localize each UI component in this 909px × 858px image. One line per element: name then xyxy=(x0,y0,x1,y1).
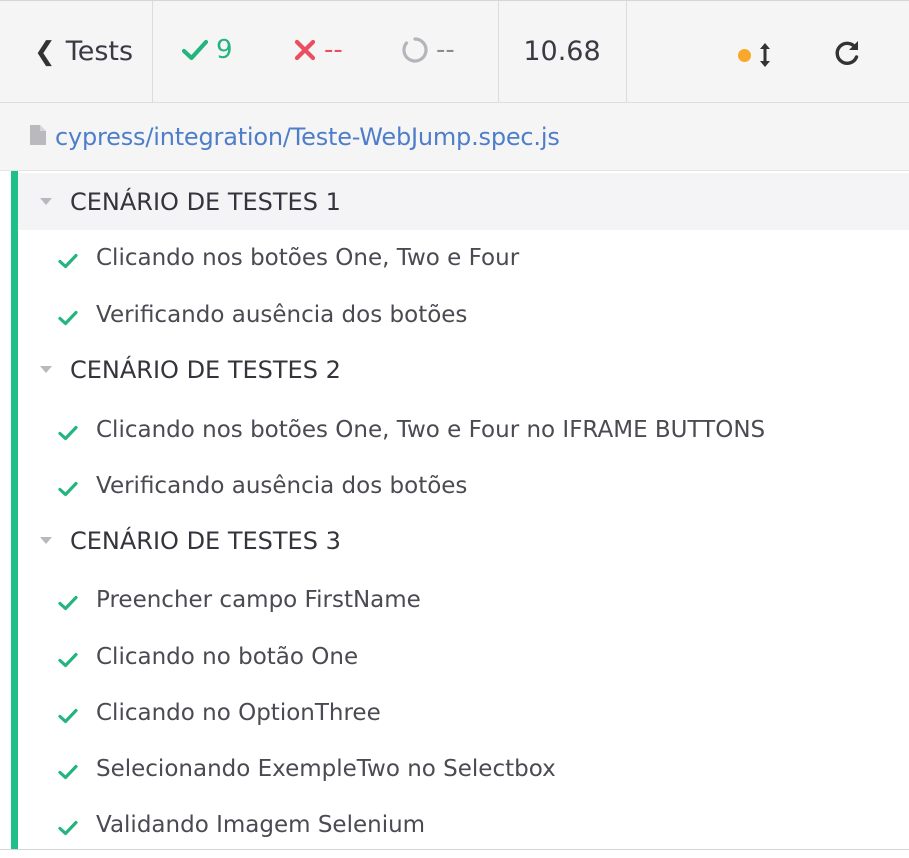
suite-header[interactable]: CENÁRIO DE TESTES 3 xyxy=(18,512,909,569)
check-icon xyxy=(58,306,78,332)
caret-down-icon xyxy=(40,198,52,205)
test-item[interactable]: Clicando nos botões One, Two e Four no I… xyxy=(18,401,909,458)
suite-header[interactable]: CENÁRIO DE TESTES 2 xyxy=(18,341,909,398)
pending-stat[interactable]: -- xyxy=(402,35,455,65)
test-list: CENÁRIO DE TESTES 1 Clicando nos botões … xyxy=(0,171,909,858)
check-icon xyxy=(58,477,78,503)
test-item[interactable]: Clicando nos botões One, Two e Four xyxy=(18,229,909,286)
check-icon xyxy=(58,591,78,617)
test-title: Verificando ausência dos botões xyxy=(96,472,468,499)
divider xyxy=(0,849,909,850)
cypress-runner: ❮ Tests 9 -- -- 10.68 cypress/integratio… xyxy=(0,0,909,858)
circle-notch-icon xyxy=(402,37,428,63)
test-title: Selecionando ExempleTwo no Selectbox xyxy=(96,755,556,782)
controls xyxy=(626,1,909,102)
test-item[interactable]: Validando Imagem Selenium xyxy=(18,796,909,853)
test-item[interactable]: Clicando no botão One xyxy=(18,628,909,685)
test-item[interactable]: Selecionando ExempleTwo no Selectbox xyxy=(18,740,909,797)
spec-file-bar: cypress/integration/Teste-WebJump.spec.j… xyxy=(0,103,909,171)
spec-path-link[interactable]: cypress/integration/Teste-WebJump.spec.j… xyxy=(55,123,560,151)
test-title: Clicando nos botões One, Two e Four xyxy=(96,244,520,271)
stats: 9 -- -- xyxy=(152,1,498,102)
check-icon xyxy=(58,249,78,275)
tests-back-button[interactable]: ❮ Tests xyxy=(0,1,152,102)
test-title: Clicando no botão One xyxy=(96,643,359,670)
file-icon xyxy=(29,124,47,150)
reporter-header: ❮ Tests 9 -- -- 10.68 xyxy=(0,0,909,103)
dot-icon xyxy=(738,49,751,62)
duration: 10.68 xyxy=(498,1,626,102)
test-item[interactable]: Clicando no OptionThree xyxy=(18,684,909,741)
suite-title: CENÁRIO DE TESTES 2 xyxy=(70,355,341,384)
test-title: Verificando ausência dos botões xyxy=(96,301,468,328)
duration-value: 10.68 xyxy=(523,36,601,67)
status-accent-bar xyxy=(11,171,18,849)
test-item[interactable]: Verificando ausência dos botões xyxy=(18,457,909,514)
passed-count: 9 xyxy=(216,35,233,65)
chevron-left-icon: ❮ xyxy=(34,36,56,67)
arrows-vertical-icon[interactable] xyxy=(758,41,772,73)
caret-down-icon xyxy=(40,537,52,544)
test-title: Validando Imagem Selenium xyxy=(96,811,426,838)
redo-icon[interactable] xyxy=(832,38,862,72)
check-icon xyxy=(58,816,78,842)
suite-title: CENÁRIO DE TESTES 3 xyxy=(70,526,341,555)
test-title: Preencher campo FirstName xyxy=(96,586,421,613)
check-icon xyxy=(182,39,208,61)
check-icon xyxy=(58,760,78,786)
check-icon xyxy=(58,421,78,447)
check-icon xyxy=(58,704,78,730)
tests-label: Tests xyxy=(65,36,134,67)
caret-down-icon xyxy=(40,366,52,373)
suite-title: CENÁRIO DE TESTES 1 xyxy=(70,187,341,216)
test-title: Clicando nos botões One, Two e Four no I… xyxy=(96,416,766,443)
check-icon xyxy=(58,648,78,674)
test-title: Clicando no OptionThree xyxy=(96,699,381,726)
failed-count: -- xyxy=(324,35,343,65)
pending-count: -- xyxy=(436,35,455,65)
test-item[interactable]: Verificando ausência dos botões xyxy=(18,286,909,343)
suite-header[interactable]: CENÁRIO DE TESTES 1 xyxy=(18,173,909,230)
x-icon xyxy=(294,39,316,61)
failed-stat[interactable]: -- xyxy=(294,35,343,65)
passed-stat[interactable]: 9 xyxy=(182,35,233,65)
test-item[interactable]: Preencher campo FirstName xyxy=(18,571,909,628)
